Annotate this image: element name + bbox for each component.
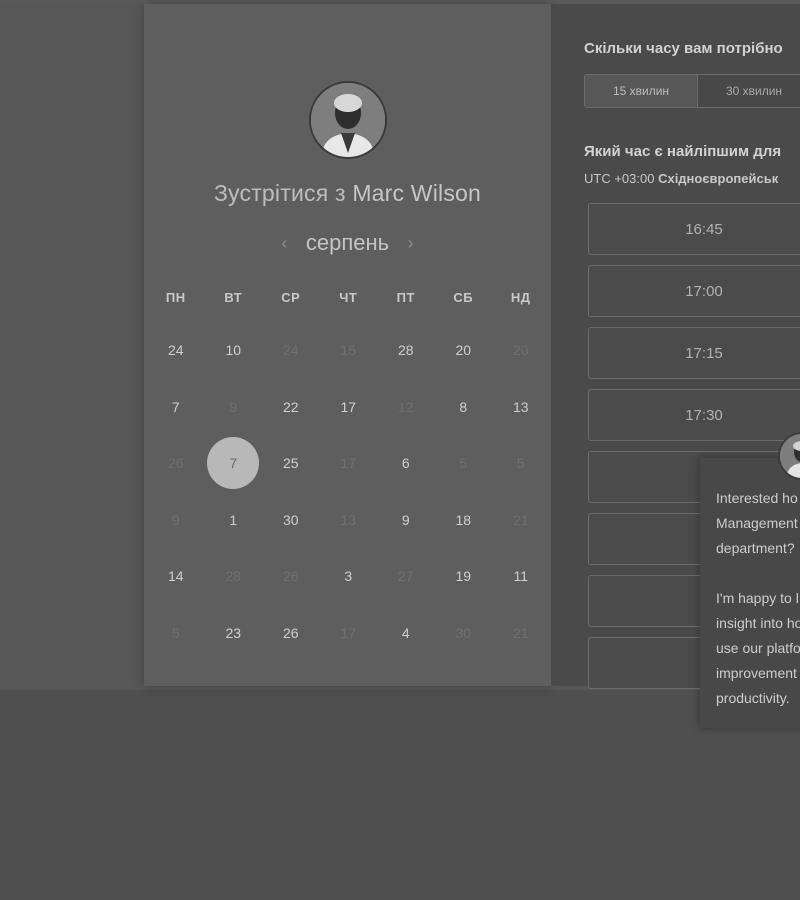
calendar-day[interactable]: 22 [262, 379, 320, 436]
calendar-week: 7 9 22 17 12 8 13 [147, 379, 551, 436]
calendar-week: 24 10 24 15 28 20 20 [147, 322, 551, 379]
calendar-day[interactable]: 11 [492, 548, 550, 605]
calendar-day[interactable]: 19 [435, 548, 493, 605]
calendar-day[interactable]: 1 [205, 492, 263, 549]
calendar-day[interactable]: 25 [262, 435, 320, 492]
calendar-day-unavailable: 26 [167, 455, 184, 472]
page-backdrop-lower [0, 690, 800, 900]
chat-popup[interactable]: Interested ho Management department? I'm… [700, 458, 800, 728]
calendar-day[interactable]: 13 [492, 379, 550, 436]
calendar-day-unavailable: 5 [516, 455, 525, 472]
calendar-day-unavailable: 30 [455, 624, 472, 641]
calendar-week: 5 23 26 17 4 30 21 [147, 605, 551, 662]
calendar-week: 14 28 26 3 27 19 11 [147, 548, 551, 605]
weekday-label: ЧТ [339, 290, 358, 305]
weekday-label: НД [510, 290, 531, 305]
chevron-left-icon[interactable]: ‹ [267, 233, 301, 254]
chat-line: I'm happy to l [716, 590, 799, 606]
host-name: Marc Wilson [352, 180, 482, 206]
month-label: серпень [305, 230, 390, 255]
calendar-day[interactable]: 6 [377, 435, 435, 492]
calendar-day-unavailable: 28 [225, 568, 242, 585]
calendar-day-unavailable: 24 [282, 342, 299, 359]
calendar-day[interactable]: 3 [320, 548, 378, 605]
calendar-day-unavailable: 9 [171, 511, 180, 528]
chat-gap [716, 561, 800, 586]
time-question: Який час є найліпшим для [584, 143, 782, 160]
weekday-label: ПТ [396, 290, 415, 305]
weekday-label: СР [281, 290, 301, 305]
chat-line: Management [716, 515, 798, 531]
timezone-name: Східноєвропейськ [658, 171, 779, 186]
calendar-day-unavailable: 12 [397, 398, 414, 415]
calendar-day[interactable]: 4 [377, 605, 435, 662]
calendar-day-unavailable: 9 [229, 398, 238, 415]
calendar-day[interactable]: 30 [262, 492, 320, 549]
calendar-day[interactable]: 17 [320, 379, 378, 436]
chat-message: Interested ho Management department? I'm… [716, 486, 800, 711]
time-slot[interactable]: 17:15 [588, 327, 800, 379]
calendar-day[interactable]: 20 [435, 322, 493, 379]
weekday-label: СБ [453, 290, 474, 305]
month-navigation: ‹ серпень › [144, 230, 551, 256]
calendar-week: 9 1 30 13 9 18 21 [147, 492, 551, 549]
calendar-grid: 24 10 24 15 28 20 20 7 9 22 17 12 8 13 2… [147, 322, 551, 661]
calendar-day-unavailable: 27 [397, 568, 414, 585]
chevron-right-icon[interactable]: › [394, 233, 428, 254]
calendar-day-unavailable: 13 [340, 511, 357, 528]
duration-option-30[interactable]: 30 хвилин [698, 75, 800, 107]
meeting-title: Зустрітися з Marc Wilson [144, 180, 551, 207]
calendar-panel: Зустрітися з Marc Wilson ‹ серпень › ПН … [144, 4, 551, 686]
calendar-day[interactable]: 24 [147, 322, 205, 379]
calendar-day-unavailable: 15 [340, 342, 357, 359]
selected-day-number: 7 [229, 455, 238, 472]
calendar-day[interactable]: 23 [205, 605, 263, 662]
duration-option-15[interactable]: 15 хвилин [585, 75, 698, 107]
calendar-day[interactable]: 8 [435, 379, 493, 436]
host-avatar [309, 81, 387, 159]
weekday-header: ПН ВТ СР ЧТ ПТ СБ НД [147, 290, 551, 305]
chat-line: productivity. [716, 690, 790, 706]
calendar-day-unavailable: 5 [171, 624, 180, 641]
timezone-offset: UTC +03:00 [584, 171, 655, 186]
chat-line: Interested ho [716, 490, 798, 506]
chat-line: use our platfo [716, 640, 800, 656]
calendar-day[interactable]: 26 [262, 605, 320, 662]
title-prefix: Зустрітися з [213, 180, 346, 206]
calendar-day[interactable]: 14 [147, 548, 205, 605]
calendar-day-unavailable: 20 [512, 342, 529, 359]
duration-question: Скільки часу вам потрібно [584, 40, 783, 57]
calendar-day-unavailable: 21 [512, 624, 529, 641]
calendar-day[interactable]: 7 [147, 379, 205, 436]
time-slot[interactable]: 17:00 [588, 265, 800, 317]
chat-line: insight into ho [716, 615, 800, 631]
timezone-label[interactable]: UTC +03:00 Східноєвропейськ [584, 171, 778, 186]
calendar-day[interactable]: 9 [377, 492, 435, 549]
calendar-day[interactable]: 18 [435, 492, 493, 549]
duration-selector: 15 хвилин 30 хвилин [584, 74, 800, 108]
calendar-day[interactable]: 28 [377, 322, 435, 379]
time-slot[interactable]: 16:45 [588, 203, 800, 255]
calendar-day-selected[interactable]: 7 [205, 435, 263, 492]
calendar-day-unavailable: 21 [512, 511, 529, 528]
chat-line: department? [716, 540, 795, 556]
calendar-day-unavailable: 17 [340, 455, 357, 472]
calendar-week: 26 7 25 17 6 5 5 [147, 435, 551, 492]
calendar-day-unavailable: 26 [282, 568, 299, 585]
weekday-label: ВТ [224, 290, 243, 305]
chat-line: improvement [716, 665, 797, 681]
calendar-day-unavailable: 5 [459, 455, 468, 472]
calendar-day[interactable]: 10 [205, 322, 263, 379]
weekday-label: ПН [165, 290, 186, 305]
time-slot[interactable]: 17:30 [588, 389, 800, 441]
calendar-day-unavailable: 17 [340, 624, 357, 641]
